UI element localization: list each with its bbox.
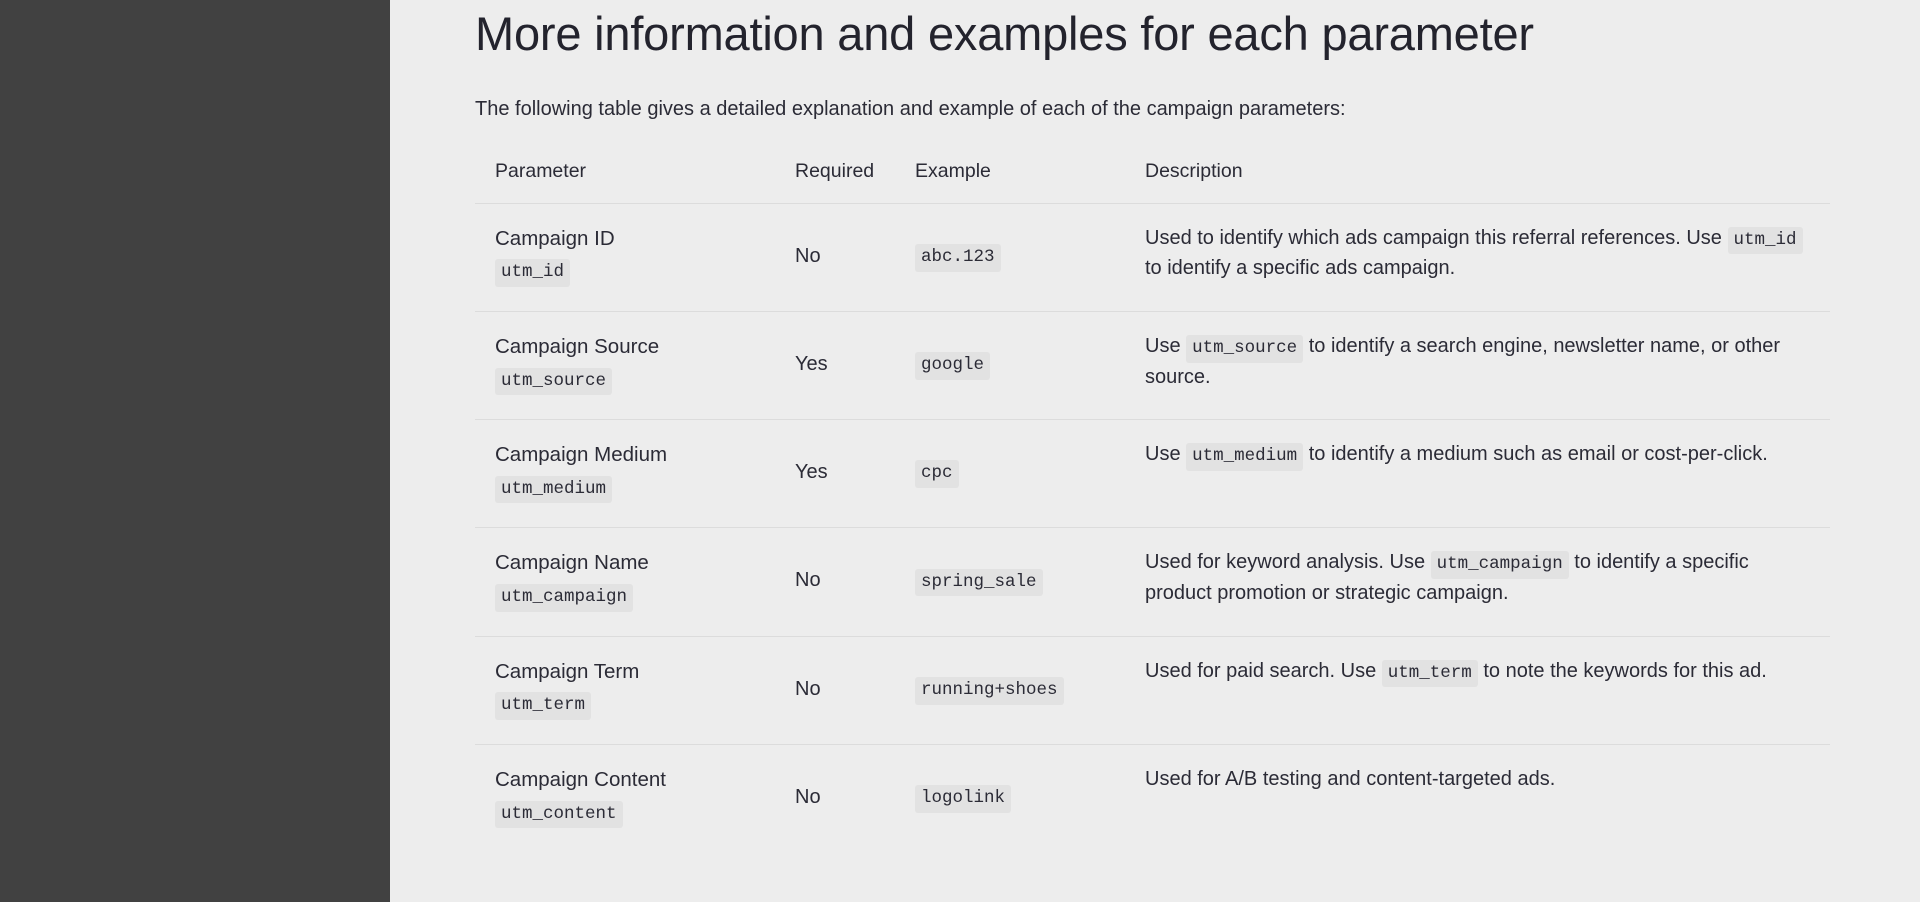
table-row: Campaign Medium utm_medium Yes cpc Use utm_m… bbox=[475, 419, 1830, 529]
table-row: Campaign Source utm_source Yes google Use ut… bbox=[475, 311, 1830, 421]
description-text: Use bbox=[1145, 443, 1187, 466]
parameter-code: utm_source bbox=[495, 367, 613, 396]
example-code: cpc bbox=[915, 460, 959, 489]
description-text: Used for keyword analysis. Use bbox=[1145, 551, 1431, 574]
description-text: to identify a specific ads campaign. bbox=[1145, 257, 1456, 280]
cell-example: spring_sale bbox=[895, 527, 1125, 637]
cell-example: cpc bbox=[895, 419, 1125, 529]
description-text: to identify a medium such as email or co… bbox=[1303, 443, 1768, 466]
parameter-label: Campaign Source bbox=[495, 334, 660, 358]
cell-parameter: Campaign Term utm_term bbox=[475, 636, 775, 745]
description-text: Used for paid search. Use bbox=[1145, 659, 1382, 682]
cell-description: Used for paid search. Use utm_term to no… bbox=[1125, 636, 1830, 745]
cell-example: abc.123 bbox=[895, 203, 1125, 312]
cell-required: No bbox=[775, 203, 895, 312]
cell-parameter: Campaign Name utm_campaign bbox=[475, 527, 775, 637]
parameter-code: utm_id bbox=[495, 259, 571, 287]
description-text: Use bbox=[1145, 334, 1187, 357]
column-header-description: Description bbox=[1125, 153, 1830, 204]
cell-parameter: Campaign Medium utm_medium bbox=[475, 419, 775, 529]
parameter-label: Campaign Term bbox=[495, 659, 640, 683]
intro-paragraph: The following table gives a detailed exp… bbox=[475, 97, 1346, 120]
cell-parameter: Campaign Content utm_content bbox=[475, 744, 775, 852]
example-code: abc.123 bbox=[915, 243, 1001, 272]
cell-required: No bbox=[775, 527, 895, 637]
cell-description: Use utm_source to identify a search engi… bbox=[1125, 311, 1830, 421]
parameter-label: Campaign Content bbox=[495, 767, 666, 791]
parameter-label: Campaign Medium bbox=[495, 443, 668, 467]
cell-required: No bbox=[795, 785, 821, 808]
column-header-parameter: Parameter bbox=[475, 153, 775, 204]
table-header-row: Parameter Required Example Description bbox=[475, 153, 1830, 204]
cell-required: Yes bbox=[775, 419, 895, 529]
parameter-code: utm_content bbox=[495, 800, 623, 829]
cell-example: running+shoes bbox=[895, 636, 1125, 745]
page-title: More information and examples for each p… bbox=[475, 7, 1534, 60]
table-row: Campaign Term utm_term No running+shoes Used… bbox=[475, 636, 1830, 745]
cell-parameter: Campaign ID utm_id bbox=[475, 203, 775, 312]
cell-description: Used to identify which ads campaign this… bbox=[1125, 203, 1830, 312]
cell-parameter: Campaign Source utm_source bbox=[475, 311, 775, 421]
description-inline-code: utm_medium bbox=[1186, 443, 1304, 471]
table-body: Campaign ID utm_id No abc.123 Used to identi… bbox=[475, 203, 1830, 852]
description-text: Used to identify which ads campaign this… bbox=[1145, 226, 1728, 249]
cell-example: logolink bbox=[895, 744, 1125, 852]
cell-example: google bbox=[895, 311, 1125, 421]
cell-description: Used for keyword analysis. Use utm_campa… bbox=[1125, 527, 1830, 637]
cell-required: Yes bbox=[775, 311, 895, 421]
description-inline-code: utm_source bbox=[1186, 334, 1304, 363]
parameter-label: Campaign Name bbox=[495, 551, 649, 575]
description-text: to note the keywords for this ad. bbox=[1477, 659, 1767, 682]
column-header-example: Example bbox=[895, 153, 1125, 204]
page-root: More information and examples for each p… bbox=[0, 0, 1920, 902]
column-header-required: Required bbox=[775, 153, 895, 204]
parameter-code: utm_campaign bbox=[495, 584, 634, 612]
main-content: More information and examples for each p… bbox=[390, 0, 1920, 902]
cell-description: Used for A/B testing and content-targete… bbox=[1125, 744, 1830, 852]
description-inline-code: utm_id bbox=[1727, 226, 1803, 255]
description-inline-code: utm_term bbox=[1381, 659, 1478, 688]
table-row: Campaign ID utm_id No abc.123 Used to identi… bbox=[475, 203, 1830, 312]
sidebar-rail bbox=[0, 0, 390, 902]
parameter-table: Parameter Required Example Description C… bbox=[475, 153, 1830, 853]
cell-required: No bbox=[775, 636, 895, 745]
description-text: Used for A/B testing and content-targete… bbox=[1145, 767, 1556, 790]
description-inline-code: utm_campaign bbox=[1430, 551, 1569, 579]
table-row: Campaign Content utm_content No logolink Use… bbox=[475, 744, 1830, 852]
example-code: logolink bbox=[915, 785, 1012, 813]
parameter-code: utm_term bbox=[495, 692, 592, 720]
table-header: Parameter Required Example Description bbox=[475, 153, 1830, 204]
example-code: spring_sale bbox=[915, 568, 1043, 597]
parameter-code: utm_medium bbox=[495, 475, 613, 504]
cell-description: Use utm_medium to identify a medium such… bbox=[1125, 419, 1830, 529]
parameter-label: Campaign ID bbox=[495, 226, 615, 250]
example-code: running+shoes bbox=[915, 676, 1064, 705]
table-row: Campaign Name utm_campaign No spring_sale Us… bbox=[475, 527, 1830, 637]
example-code: google bbox=[915, 352, 991, 380]
